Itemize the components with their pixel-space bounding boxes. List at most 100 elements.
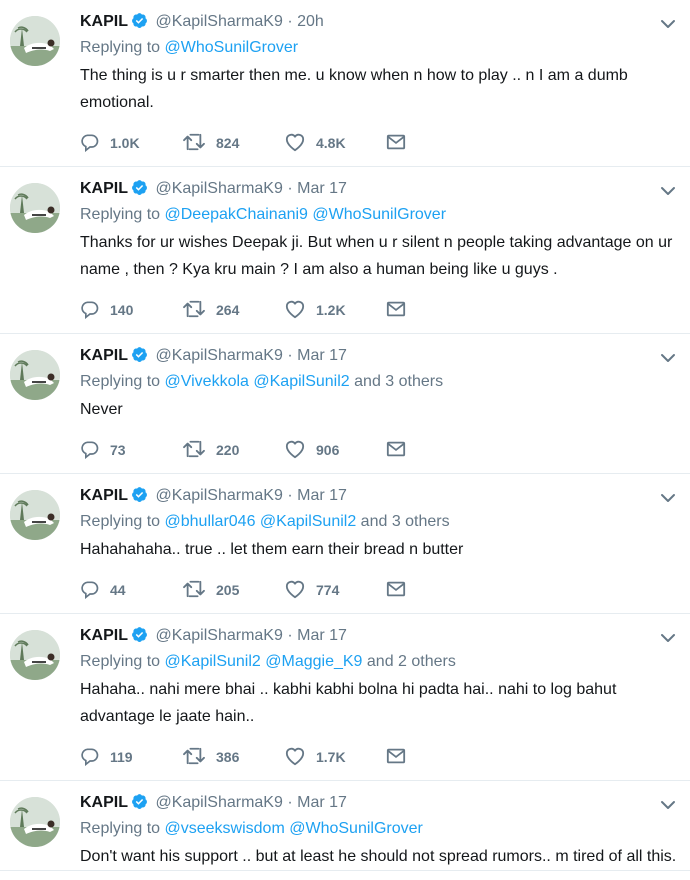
retweet-button[interactable]: 264 [182,299,284,322]
tweet[interactable]: KAPIL @KapilSharmaK9 · Mar 17 Replying t… [0,167,690,334]
tweet[interactable]: KAPIL @KapilSharmaK9 · Mar 17 Replying t… [0,334,690,474]
replying-to-label: Replying to [80,39,161,56]
tweet-header: KAPIL @KapilSharmaK9 · Mar 17 [80,484,678,508]
mention-link[interactable]: @WhoSunilGrover [312,206,446,223]
retweet-button[interactable]: 205 [182,579,284,602]
avatar[interactable] [10,350,60,400]
mention-link[interactable]: @WhoSunilGrover [165,39,299,56]
like-button[interactable]: 4.8K [284,132,386,155]
chevron-down-icon[interactable] [658,348,678,368]
heart-icon [284,299,316,322]
verified-badge-icon [131,793,148,818]
direct-message-button[interactable] [386,300,416,321]
reply-count: 119 [110,749,133,765]
user-handle[interactable]: @KapilSharmaK9 [155,794,282,811]
retweet-button[interactable]: 386 [182,746,284,769]
like-count: 906 [316,442,340,458]
chevron-down-icon[interactable] [658,181,678,201]
chevron-down-icon[interactable] [658,795,678,815]
mail-icon [386,133,416,154]
tweet-actions: 73 220 906 [80,427,678,473]
tweet-header: KAPIL @KapilSharmaK9 · Mar 17 [80,177,678,201]
direct-message-button[interactable] [386,440,416,461]
heart-icon [284,579,316,602]
retweet-button[interactable]: 824 [182,132,284,155]
user-handle[interactable]: @KapilSharmaK9 [155,487,282,504]
mention-link[interactable]: @Maggie_K9 [265,653,362,670]
tweet-timeline: KAPIL @KapilSharmaK9 · 20h Replying to @… [0,0,690,871]
mention-link[interactable]: @DeepakChainani9 [165,206,308,223]
like-button[interactable]: 1.2K [284,299,386,322]
direct-message-button[interactable] [386,747,416,768]
mention-link[interactable]: @KapilSunil2 [165,653,261,670]
timestamp[interactable]: Mar 17 [297,794,347,811]
retweet-count: 386 [216,749,240,765]
like-button[interactable]: 906 [284,439,386,462]
tweet-text: Thanks for ur wishes Deepak ji. But when… [80,234,673,278]
heart-icon [284,439,316,462]
reply-button[interactable]: 119 [80,746,182,769]
display-name[interactable]: KAPIL [80,627,128,644]
direct-message-button[interactable] [386,133,416,154]
others-link[interactable]: and 3 others [361,513,450,530]
replying-to-label: Replying to [80,513,161,530]
retweet-count: 824 [216,135,240,151]
like-button[interactable]: 1.7K [284,746,386,769]
tweet-actions: 119 386 1.7K [80,734,678,780]
replying-to-label: Replying to [80,206,161,223]
tweet[interactable]: KAPIL @KapilSharmaK9 · Mar 17 Replying t… [0,474,690,614]
chevron-down-icon[interactable] [658,488,678,508]
separator: · [287,180,293,197]
verified-badge-icon [131,179,148,204]
reply-button[interactable]: 73 [80,439,182,462]
display-name[interactable]: KAPIL [80,180,128,197]
mention-link[interactable]: @KapilSunil2 [253,373,349,390]
replying-to: Replying to @Vivekkola @KapilSunil2 and … [80,369,678,395]
tweet[interactable]: KAPIL @KapilSharmaK9 · 20h Replying to @… [0,0,690,167]
direct-message-button[interactable] [386,580,416,601]
timestamp[interactable]: Mar 17 [297,487,347,504]
display-name[interactable]: KAPIL [80,347,128,364]
tweet[interactable]: KAPIL @KapilSharmaK9 · Mar 17 Replying t… [0,781,690,871]
mention-link[interactable]: @vseekswisdom [165,820,285,837]
mention-link[interactable]: @bhullar046 [165,513,256,530]
retweet-icon [182,132,216,155]
user-handle[interactable]: @KapilSharmaK9 [155,180,282,197]
retweet-count: 205 [216,582,240,598]
reply-button[interactable]: 140 [80,299,182,322]
user-handle[interactable]: @KapilSharmaK9 [155,347,282,364]
mention-link[interactable]: @WhoSunilGrover [289,820,423,837]
retweet-button[interactable]: 220 [182,439,284,462]
verified-badge-icon [131,12,148,37]
like-button[interactable]: 774 [284,579,386,602]
user-handle[interactable]: @KapilSharmaK9 [155,13,282,30]
mention-link[interactable]: @KapilSunil2 [260,513,356,530]
reply-icon [80,746,110,769]
avatar[interactable] [10,797,60,847]
reply-button[interactable]: 44 [80,579,182,602]
mail-icon [386,440,416,461]
chevron-down-icon[interactable] [658,14,678,34]
timestamp[interactable]: Mar 17 [297,627,347,644]
display-name[interactable]: KAPIL [80,794,128,811]
mention-link[interactable]: @Vivekkola [165,373,249,390]
avatar[interactable] [10,16,60,66]
timestamp[interactable]: 20h [297,13,324,30]
tweet[interactable]: KAPIL @KapilSharmaK9 · Mar 17 Replying t… [0,614,690,781]
mail-icon [386,747,416,768]
display-name[interactable]: KAPIL [80,13,128,30]
chevron-down-icon[interactable] [658,628,678,648]
avatar[interactable] [10,630,60,680]
tweet-header: KAPIL @KapilSharmaK9 · Mar 17 [80,791,678,815]
retweet-icon [182,439,216,462]
avatar[interactable] [10,183,60,233]
others-link[interactable]: and 3 others [354,373,443,390]
timestamp[interactable]: Mar 17 [297,347,347,364]
avatar[interactable] [10,490,60,540]
replying-to-label: Replying to [80,653,161,670]
display-name[interactable]: KAPIL [80,487,128,504]
timestamp[interactable]: Mar 17 [297,180,347,197]
user-handle[interactable]: @KapilSharmaK9 [155,627,282,644]
others-link[interactable]: and 2 others [367,653,456,670]
reply-button[interactable]: 1.0K [80,132,182,155]
